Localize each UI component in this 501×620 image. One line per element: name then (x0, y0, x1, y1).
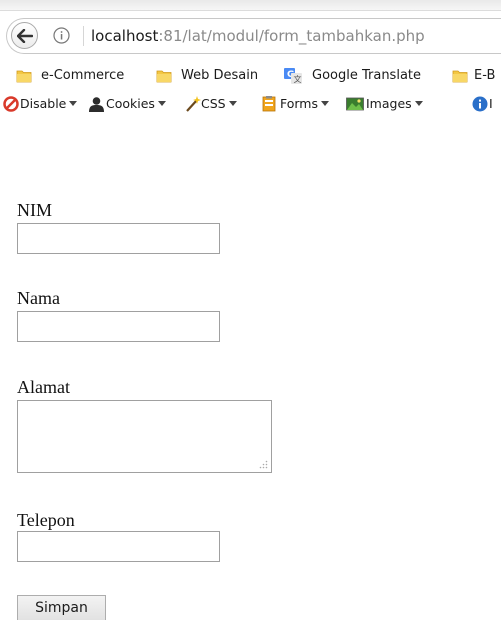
back-arrow-icon (16, 28, 33, 43)
alamat-label: Alamat (17, 377, 70, 397)
bookmarks-toolbar: e-Commerce Web Desain G 文 Google Transla… (0, 64, 501, 88)
information-icon (472, 96, 488, 112)
bookmark-label: Web Desain (181, 68, 259, 83)
url-host: localhost (91, 27, 159, 45)
devbar-label: CSS (201, 96, 226, 111)
site-info-icon[interactable] (53, 27, 70, 44)
back-button[interactable] (11, 22, 38, 49)
telepon-label: Telepon (17, 510, 75, 530)
devbar-label: Cookies (106, 96, 155, 111)
chevron-down-icon (414, 101, 423, 106)
disable-icon (3, 96, 19, 112)
resize-grip-icon[interactable] (259, 460, 268, 469)
forms-icon (262, 96, 276, 112)
devbar-label: Disable (20, 96, 67, 111)
simpan-button[interactable]: Simpan (17, 595, 106, 620)
address-bar[interactable]: localhost:81/lat/modul/form_tambahkan.ph… (6, 18, 501, 54)
chevron-down-icon (69, 101, 78, 106)
browser-chrome: localhost:81/lat/modul/form_tambahkan.ph… (0, 0, 501, 118)
svg-text:文: 文 (294, 74, 302, 84)
nim-input[interactable] (17, 223, 220, 254)
address-bar-divider (83, 26, 84, 46)
nama-input[interactable] (17, 311, 220, 342)
web-developer-toolbar: Disable Cookies CSS Forms Images I (0, 92, 501, 116)
url-text[interactable]: localhost:81/lat/modul/form_tambahkan.ph… (91, 26, 425, 46)
folder-icon (156, 70, 172, 83)
bookmark-label: Google Translate (312, 68, 422, 83)
google-translate-icon: G 文 (284, 68, 302, 84)
folder-icon (16, 70, 32, 83)
url-path: :81/lat/modul/form_tambahkan.php (158, 27, 425, 45)
bookmark-label: e-Commerce (41, 68, 125, 83)
css-wand-icon (186, 96, 201, 112)
alamat-textarea[interactable] (17, 400, 272, 473)
devbar-label: Forms (280, 96, 319, 111)
nim-label: NIM (17, 200, 52, 220)
folder-icon (452, 70, 468, 83)
chevron-down-icon (228, 101, 237, 106)
page-content: NIM Nama Alamat Telepon Simpan (0, 118, 501, 620)
devbar-label: Images (366, 96, 412, 111)
telepon-input[interactable] (17, 531, 220, 562)
images-icon (346, 97, 364, 111)
chevron-down-icon (321, 101, 330, 106)
devbar-label: I (489, 96, 493, 111)
cookies-icon (89, 97, 104, 112)
bookmark-label: E-B (474, 68, 496, 83)
nama-label: Nama (17, 288, 60, 308)
chevron-down-icon (157, 101, 166, 106)
tab-strip (0, 0, 501, 11)
